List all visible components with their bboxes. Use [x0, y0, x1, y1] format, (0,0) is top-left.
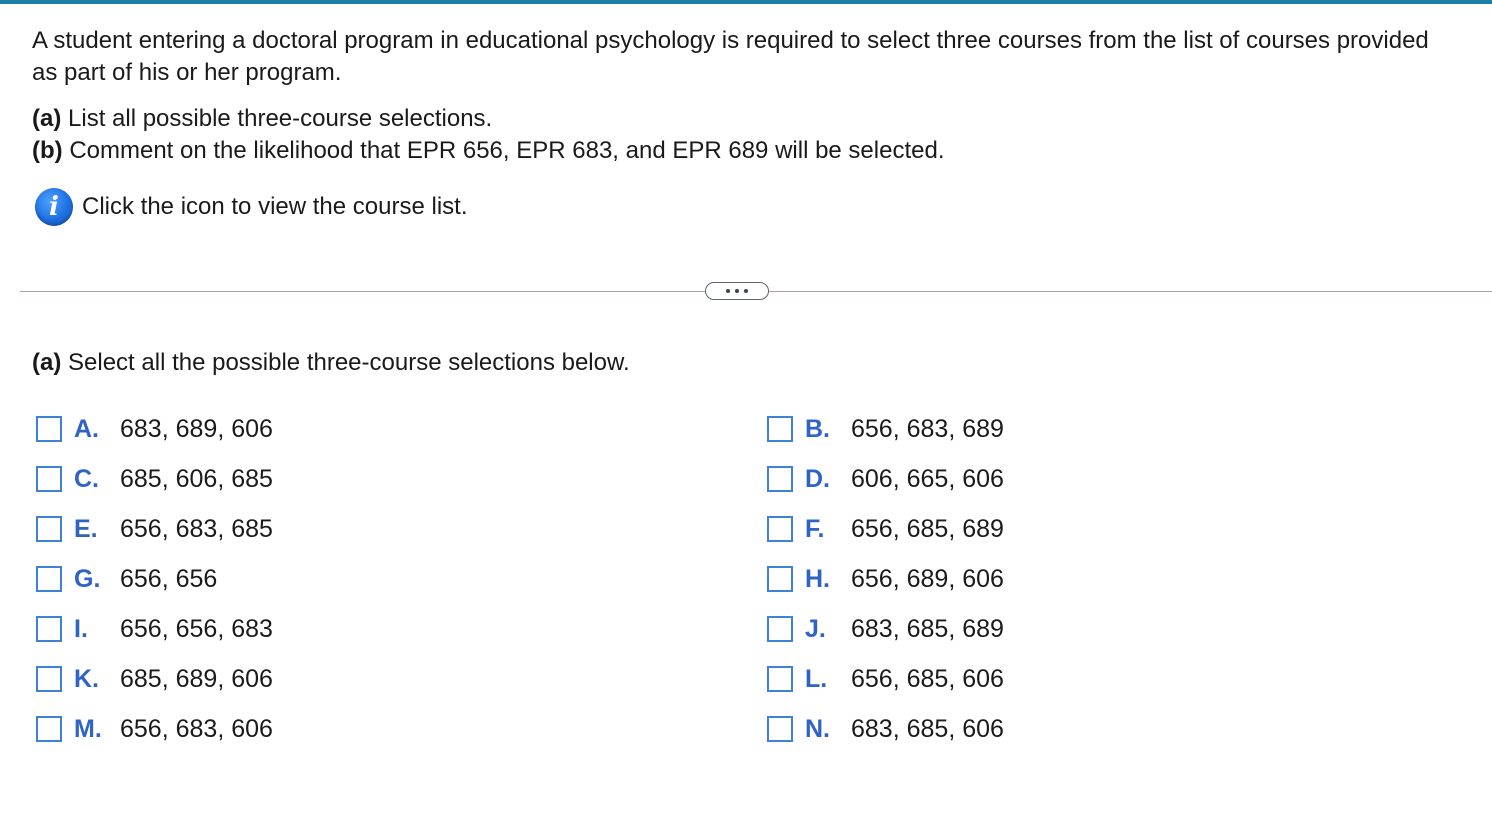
option-letter: E. [74, 514, 98, 543]
checkbox[interactable] [767, 666, 793, 692]
option-value: 606, 665, 606 [851, 464, 1004, 493]
option-h[interactable]: H. 656, 689, 606 [767, 554, 1004, 604]
option-n[interactable]: N. 683, 685, 606 [767, 704, 1004, 754]
checkbox[interactable] [767, 516, 793, 542]
part-b-label: (b) [32, 137, 63, 164]
option-m[interactable]: M. 656, 683, 606 [36, 704, 273, 754]
option-letter: M. [74, 714, 102, 743]
checkbox[interactable] [767, 466, 793, 492]
option-letter: D. [805, 464, 830, 493]
option-letter: A. [74, 414, 99, 443]
option-value: 656, 656, 683 [120, 614, 273, 643]
option-letter: F. [805, 514, 825, 543]
option-value: 683, 685, 606 [851, 714, 1004, 743]
info-icon[interactable]: i [35, 188, 73, 226]
ellipsis-icon [735, 289, 739, 293]
option-d[interactable]: D. 606, 665, 606 [767, 454, 1004, 504]
option-value: 656, 683, 685 [120, 514, 273, 543]
checkbox[interactable] [767, 416, 793, 442]
expand-button[interactable] [705, 282, 769, 300]
option-letter: K. [74, 664, 99, 693]
checkbox[interactable] [36, 616, 62, 642]
option-value: 683, 689, 606 [120, 414, 273, 443]
option-letter: J. [805, 614, 826, 643]
info-text: Click the icon to view the course list. [82, 193, 468, 220]
checkbox[interactable] [36, 716, 62, 742]
options-row: A. 683, 689, 606 B. 656, 683, 689 [36, 404, 1136, 454]
options-row: K. 685, 689, 606 L. 656, 685, 606 [36, 654, 1136, 704]
ellipsis-icon [726, 289, 730, 293]
option-value: 656, 656 [120, 564, 218, 593]
option-value: 656, 685, 606 [851, 664, 1004, 693]
option-f[interactable]: F. 656, 685, 689 [767, 504, 1004, 554]
answer-options: A. 683, 689, 606 B. 656, 683, 689 C. 685, 6… [36, 404, 1136, 754]
answer-part-label: (a) [32, 349, 62, 376]
option-letter: I. [74, 614, 88, 643]
option-letter: L. [805, 664, 828, 693]
option-value: 656, 685, 689 [851, 514, 1004, 543]
course-list-link[interactable]: i Click the icon to view the course list… [35, 188, 468, 226]
question-parts: (a) List all possible three-course selec… [32, 103, 945, 167]
option-a[interactable]: A. 683, 689, 606 [36, 404, 273, 454]
option-l[interactable]: L. 656, 685, 606 [767, 654, 1004, 704]
option-letter: N. [805, 714, 830, 743]
part-a-label: (a) [32, 105, 62, 132]
part-a-text: List all possible three-course selection… [61, 105, 493, 132]
option-letter: G. [74, 564, 101, 593]
answer-prompt: (a) Select all the possible three-course… [32, 347, 630, 379]
checkbox[interactable] [36, 416, 62, 442]
ellipsis-icon [744, 289, 748, 293]
option-letter: B. [805, 414, 830, 443]
option-k[interactable]: K. 685, 689, 606 [36, 654, 273, 704]
top-accent-bar [0, 0, 1492, 4]
option-value: 656, 683, 689 [851, 414, 1004, 443]
option-value: 683, 685, 689 [851, 614, 1004, 643]
option-value: 656, 689, 606 [851, 564, 1004, 593]
option-i[interactable]: I. 656, 656, 683 [36, 604, 273, 654]
checkbox[interactable] [36, 516, 62, 542]
question-part-a: (a) List all possible three-course selec… [32, 103, 945, 135]
option-c[interactable]: C. 685, 606, 685 [36, 454, 273, 504]
option-value: 656, 683, 606 [120, 714, 273, 743]
options-row: I. 656, 656, 683 J. 683, 685, 689 [36, 604, 1136, 654]
options-row: E. 656, 683, 685 F. 656, 685, 689 [36, 504, 1136, 554]
answer-prompt-text: Select all the possible three-course sel… [61, 349, 630, 376]
option-g[interactable]: G. 656, 656 [36, 554, 217, 604]
option-value: 685, 606, 685 [120, 464, 273, 493]
part-b-text: Comment on the likelihood that EPR 656, … [62, 137, 945, 164]
options-row: M. 656, 683, 606 N. 683, 685, 606 [36, 704, 1136, 754]
option-letter: C. [74, 464, 99, 493]
question-part-b: (b) Comment on the likelihood that EPR 6… [32, 135, 945, 167]
checkbox[interactable] [767, 616, 793, 642]
question-text: A student entering a doctoral program in… [32, 27, 1429, 86]
checkbox[interactable] [36, 466, 62, 492]
checkbox[interactable] [767, 716, 793, 742]
checkbox[interactable] [767, 566, 793, 592]
options-row: C. 685, 606, 685 D. 606, 665, 606 [36, 454, 1136, 504]
options-row: G. 656, 656 H. 656, 689, 606 [36, 554, 1136, 604]
option-e[interactable]: E. 656, 683, 685 [36, 504, 273, 554]
checkbox[interactable] [36, 566, 62, 592]
option-j[interactable]: J. 683, 685, 689 [767, 604, 1004, 654]
checkbox[interactable] [36, 666, 62, 692]
option-b[interactable]: B. 656, 683, 689 [767, 404, 1004, 454]
option-letter: H. [805, 564, 830, 593]
option-value: 685, 689, 606 [120, 664, 273, 693]
